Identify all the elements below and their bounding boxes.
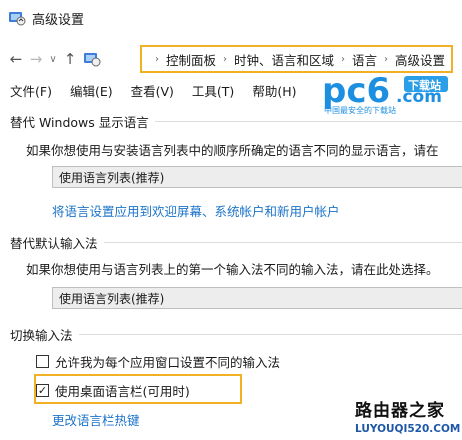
window-title: 高级设置	[32, 12, 85, 28]
forward-button[interactable]: →	[26, 48, 46, 70]
checkbox-label: 允许我为每个应用窗口设置不同的输入法	[55, 355, 281, 370]
section-divider	[103, 242, 462, 243]
section-display-language: 替代 Windows 显示语言	[10, 112, 462, 131]
section-divider	[78, 334, 462, 335]
control-panel-icon	[9, 12, 26, 26]
section-title: 切换输入法	[10, 328, 73, 343]
settings-content: 替代 Windows 显示语言 如果你想使用与安装语言列表中的顺序所确定的语言不…	[0, 104, 462, 440]
checkbox-label: 使用桌面语言栏(可用时)	[55, 384, 190, 399]
menu-view[interactable]: 查看(V)	[131, 81, 174, 100]
display-language-dropdown[interactable]: 使用语言列表(推荐)	[52, 166, 462, 188]
section-input-method: 替代默认输入法	[10, 233, 462, 252]
watermark-title: 路由器之家	[355, 401, 445, 421]
breadcrumb-advanced-settings[interactable]: 高级设置	[395, 50, 445, 69]
menu-tools[interactable]: 工具(T)	[192, 81, 234, 100]
change-language-bar-hotkeys-link[interactable]: 更改语言栏热键	[52, 410, 140, 429]
language-bar-checkbox[interactable]: ✓	[36, 384, 49, 397]
section-title: 替代默认输入法	[10, 236, 98, 251]
breadcrumb-separator: ›	[155, 53, 159, 65]
section-divider	[154, 121, 462, 122]
dropdown-value: 使用语言列表(推荐)	[59, 291, 165, 306]
section-description: 如果你想使用与安装语言列表中的顺序所确定的语言不同的显示语言，请在	[26, 143, 439, 158]
input-method-dropdown[interactable]: 使用语言列表(推荐)	[52, 287, 462, 309]
menu-edit[interactable]: 编辑(E)	[70, 81, 113, 100]
breadcrumb-language[interactable]: 语言	[352, 50, 377, 69]
breadcrumb-clock-language-region[interactable]: 时钟、语言和区域	[234, 50, 334, 69]
breadcrumb-control-panel[interactable]: 控制面板	[166, 50, 216, 69]
section-switch-input: 切换输入法	[10, 325, 462, 344]
title-bar: 高级设置	[0, 0, 462, 36]
logo-badge: 下载站	[408, 78, 441, 92]
breadcrumb-separator: ›	[341, 53, 346, 65]
section-title: 替代 Windows 显示语言	[10, 115, 149, 130]
breadcrumb-separator: ›	[223, 53, 228, 65]
menu-help[interactable]: 帮助(H)	[252, 81, 296, 100]
control-panel-icon	[84, 53, 101, 67]
recent-locations-button[interactable]: ∨	[46, 48, 60, 70]
section-description: 如果你想使用与语言列表上的第一个输入法不同的输入法，请在此处选择。	[26, 262, 439, 277]
up-button[interactable]: ↑	[60, 48, 80, 70]
watermark-subtitle: LUYOUQI520.COM	[355, 423, 461, 435]
apply-language-settings-link[interactable]: 将语言设置应用到欢迎屏幕、系统帐户和新用户帐户	[52, 201, 340, 220]
per-app-input-checkbox-row[interactable]: 允许我为每个应用窗口设置不同的输入法	[36, 352, 280, 371]
menu-file[interactable]: 文件(F)	[10, 81, 52, 100]
language-bar-checkbox-row[interactable]: ✓ 使用桌面语言栏(可用时)	[36, 381, 190, 400]
breadcrumb-separator: ›	[384, 53, 389, 65]
check-mark-icon: ✓	[37, 384, 48, 397]
per-app-input-checkbox[interactable]	[36, 355, 49, 368]
back-button[interactable]: ←	[6, 48, 26, 70]
watermark: 路由器之家 LUYOUQI520.COM	[355, 396, 461, 438]
dropdown-value: 使用语言列表(推荐)	[59, 170, 165, 185]
